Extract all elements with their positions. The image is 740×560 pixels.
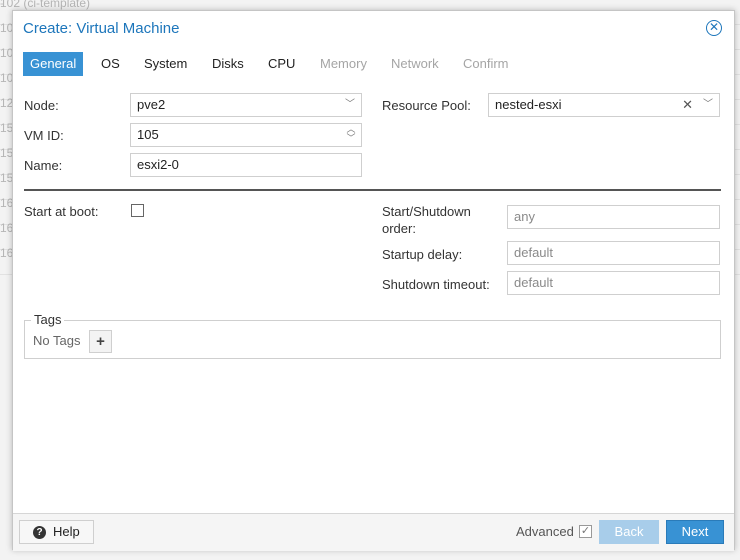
tab-os[interactable]: OS [94, 52, 127, 76]
tags-legend: Tags [31, 312, 65, 327]
help-label: Help [53, 524, 80, 539]
resource-pool-value: nested-esxi [495, 97, 562, 112]
back-button: Back [599, 520, 659, 544]
start-at-boot-label: Start at boot: [24, 204, 99, 219]
shutdown-timeout-input[interactable]: default [507, 271, 720, 295]
node-select[interactable]: pve2 ﹀ [130, 93, 362, 117]
dialog-title-bar[interactable]: Create: Virtual Machine ✕ [13, 11, 734, 45]
tab-memory: Memory [320, 56, 367, 71]
startup-delay-label: Startup delay: [382, 247, 463, 262]
dialog-title: Create: Virtual Machine [23, 20, 180, 37]
help-button[interactable]: ? Help [19, 520, 94, 544]
close-icon[interactable]: ✕ [706, 20, 722, 36]
resource-pool-select[interactable]: nested-esxi ✕ ﹀ [488, 93, 720, 117]
tab-system[interactable]: System [137, 52, 194, 76]
tab-disks[interactable]: Disks [205, 52, 251, 76]
advanced-label: Advanced [516, 524, 574, 539]
no-tags-text: No Tags [33, 333, 81, 348]
startup-order-input[interactable]: any [507, 205, 720, 229]
tab-network: Network [391, 56, 439, 71]
spinner-arrows-icon[interactable]: ︿ ﹀ [346, 125, 356, 145]
start-at-boot-checkbox[interactable] [131, 204, 144, 217]
question-icon: ? [33, 526, 46, 539]
startup-delay-input[interactable]: default [507, 241, 720, 265]
add-tag-button[interactable]: + [89, 330, 112, 353]
startup-order-label-line2: order: [382, 221, 416, 236]
chevron-down-icon[interactable]: ﹀ [345, 94, 355, 116]
node-label: Node: [24, 98, 59, 113]
name-input[interactable]: esxi2-0 [130, 153, 362, 177]
dialog-footer: ? Help Advanced ✓ Back Next [13, 513, 734, 551]
name-label: Name: [24, 158, 63, 173]
section-divider [24, 189, 721, 191]
name-value: esxi2-0 [137, 157, 179, 172]
plus-icon: + [96, 333, 105, 350]
resource-pool-label: Resource Pool: [382, 98, 471, 113]
vmid-value: 105 [137, 127, 159, 142]
tab-general[interactable]: General [23, 52, 84, 76]
next-button[interactable]: Next [666, 520, 724, 544]
tags-fieldset [24, 320, 721, 359]
tab-cpu[interactable]: CPU [261, 52, 302, 76]
clear-icon[interactable]: ✕ [682, 94, 693, 116]
shutdown-timeout-placeholder: default [514, 275, 554, 290]
vmid-label: VM ID: [24, 128, 64, 143]
tab-confirm: Confirm [463, 56, 509, 71]
chevron-down-icon[interactable]: ﹀ [703, 94, 713, 116]
node-value: pve2 [137, 97, 166, 112]
vmid-spinner[interactable]: 105 ︿ ﹀ [130, 123, 362, 147]
create-vm-dialog: Create: Virtual Machine ✕ General OS Sys… [12, 10, 735, 551]
shutdown-timeout-label: Shutdown timeout: [382, 277, 490, 292]
startup-order-placeholder: any [514, 209, 535, 224]
startup-delay-placeholder: default [514, 245, 554, 260]
startup-order-label-line1: Start/Shutdown [382, 204, 471, 219]
advanced-checkbox[interactable]: ✓ [579, 525, 592, 538]
